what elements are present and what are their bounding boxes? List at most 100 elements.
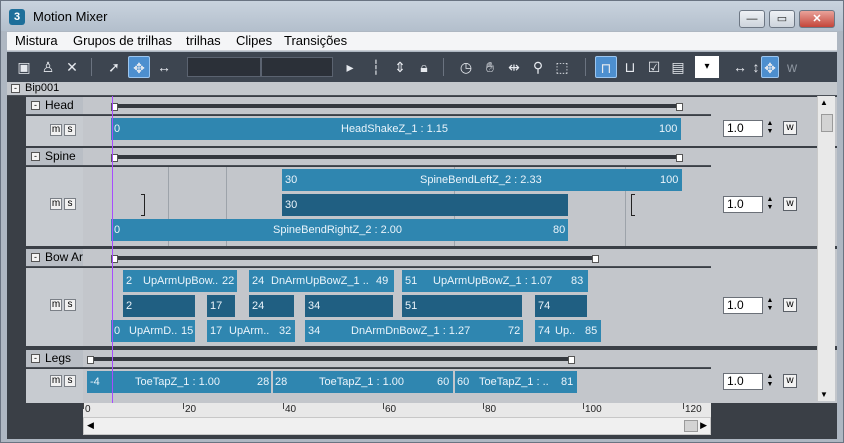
legs-weight-spinner[interactable]: ▲ ▼ xyxy=(765,373,775,390)
head-range-bar[interactable] xyxy=(111,103,683,111)
color-dropdown[interactable]: ▾ xyxy=(695,56,719,78)
clip-uparm[interactable]: 17 UpArm.. 32 xyxy=(207,320,295,342)
clock-icon[interactable]: ◷ xyxy=(455,56,477,78)
menu-clipes[interactable]: Clipes xyxy=(236,33,272,48)
pan-hand-icon[interactable]: ✋︎ xyxy=(479,56,501,78)
scroll-left-icon[interactable]: ◀ xyxy=(87,420,94,431)
legs-weight-button[interactable]: w xyxy=(783,374,797,388)
spine-mute-button[interactable]: m xyxy=(50,198,62,210)
zoom-region-icon[interactable]: ⬚ xyxy=(551,56,573,78)
clip-headshake[interactable]: 0 HeadShakeZ_1 : 1.15 100 xyxy=(111,118,681,140)
close-button[interactable]: ✕ xyxy=(799,10,835,28)
bowarm-solo-button[interactable]: s xyxy=(64,299,76,311)
legs-solo-button[interactable]: s xyxy=(64,375,76,387)
bowarm-mute-button[interactable]: m xyxy=(50,299,62,311)
move-tool-icon[interactable]: ✥ xyxy=(128,56,150,78)
track-bowarm-name: Bow Arm xyxy=(45,250,83,264)
vertical-scroll-thumb[interactable] xyxy=(821,114,833,132)
track-legs-controls: m s xyxy=(26,369,83,403)
horizontal-scroll-thumb[interactable] xyxy=(684,420,698,432)
field-2[interactable] xyxy=(261,57,333,77)
add-figure-icon[interactable]: ♙ xyxy=(37,56,59,78)
clip-dnarmdnbow[interactable]: 34 DnArmDnBowZ_1 : 1.27 72 xyxy=(305,320,523,342)
clip-up[interactable]: 74 Up.. 85 xyxy=(535,320,601,342)
snap-frames-icon[interactable]: ⊓ xyxy=(595,56,617,78)
track-head-controls: m s xyxy=(26,116,83,146)
root-row: - Bip001 xyxy=(7,82,837,96)
menu-bar: Mistura Grupos de trilhas trilhas Clipes… xyxy=(7,32,837,51)
collapse-legs-button[interactable]: - xyxy=(31,354,40,363)
head-solo-button[interactable]: s xyxy=(64,124,76,136)
collapse-bowarm-button[interactable]: - xyxy=(31,253,40,262)
zoom-icon[interactable]: ⚲ xyxy=(527,56,549,78)
zoom-extents-icon[interactable]: ⇹ xyxy=(503,56,525,78)
toggle-check-icon[interactable]: ☑ xyxy=(643,56,665,78)
spine-weight-input[interactable]: 1.0 xyxy=(723,196,763,213)
collapse-head-button[interactable]: - xyxy=(31,101,40,110)
field-1[interactable] xyxy=(187,57,261,77)
head-weight-spinner[interactable]: ▲ ▼ xyxy=(765,120,775,137)
weight-icon[interactable]: w xyxy=(781,56,803,78)
spine-solo-button[interactable]: s xyxy=(64,198,76,210)
scroll-right-icon[interactable]: ▶ xyxy=(700,420,707,431)
bowarm-weight-spinner[interactable]: ▲ ▼ xyxy=(765,297,775,314)
head-mute-button[interactable]: m xyxy=(50,124,62,136)
transition-6[interactable]: 74 xyxy=(535,295,587,317)
menu-grupos-de-trilhas[interactable]: Grupos de trilhas xyxy=(73,33,172,48)
bowarm-range-bar[interactable] xyxy=(111,255,599,263)
trim-icon[interactable]: ┆ xyxy=(365,56,387,78)
head-weight-button[interactable]: w xyxy=(783,121,797,135)
spine-weight-spinner[interactable]: ▲ ▼ xyxy=(765,196,775,213)
snap-clips-icon[interactable]: ⊔ xyxy=(619,56,641,78)
horizontal-scrollbar[interactable]: ◀ ▶ xyxy=(83,417,711,435)
time-cursor[interactable] xyxy=(112,96,113,405)
minimize-button[interactable]: — xyxy=(739,10,765,28)
transition-1[interactable]: 2 xyxy=(123,295,195,317)
bowarm-weight-input[interactable]: 1.0 xyxy=(723,297,763,314)
clip-spinebendright[interactable]: 0 SpineBendRightZ_2 : 2.00 80 xyxy=(111,219,568,241)
set-range-icon[interactable]: ▸ xyxy=(339,56,361,78)
clip-uparmd[interactable]: 0 UpArmD.. 15 xyxy=(111,320,195,342)
vertical-scrollbar[interactable]: ▲ ▼ xyxy=(817,96,835,401)
delete-icon[interactable]: ✕ xyxy=(61,56,83,78)
fit-range-icon[interactable]: ⇕ xyxy=(389,56,411,78)
add-biped-icon[interactable]: ▣ xyxy=(13,56,35,78)
select-arrow-icon[interactable]: ➚ xyxy=(103,56,125,78)
scale-clip-icon[interactable]: ↔ xyxy=(153,56,175,78)
transition-5[interactable]: 51 xyxy=(402,295,522,317)
clip-dnarmupbow[interactable]: 24 DnArmUpBowZ_1 .. 49 xyxy=(249,270,394,292)
head-weight-input[interactable]: 1.0 xyxy=(723,120,763,137)
track-head-range xyxy=(83,97,711,115)
scroll-up-icon[interactable]: ▲ xyxy=(820,98,828,107)
menu-trilhas[interactable]: trilhas xyxy=(186,33,221,48)
lock-icon[interactable]: 🔒︎ xyxy=(413,56,435,78)
legs-mute-button[interactable]: m xyxy=(50,375,62,387)
transition-2[interactable]: 17 xyxy=(207,295,235,317)
maximize-button[interactable]: ▭ xyxy=(769,10,795,28)
clip-toetap-2[interactable]: 28 ToeTapZ_1 : 1.00 60 xyxy=(273,371,453,393)
menu-mistura[interactable]: Mistura xyxy=(15,33,58,48)
collapse-root-button[interactable]: - xyxy=(11,84,20,93)
clip-uparmupbow-1[interactable]: 2 UpArmUpBow.. 22 xyxy=(123,270,237,292)
scroll-down-icon[interactable]: ▼ xyxy=(820,390,828,399)
track-spine-title: - Spine xyxy=(26,148,83,166)
preview-icon[interactable]: ▤ xyxy=(667,56,689,78)
track-spine-range xyxy=(83,148,711,166)
clip-spine-transition[interactable]: 30 xyxy=(282,194,568,216)
menu-transicoes[interactable]: Transições xyxy=(284,33,347,48)
clip-spinebendleft[interactable]: 30 SpineBendLeftZ_2 : 2.33 100 xyxy=(282,169,682,191)
legs-weight-input[interactable]: 1.0 xyxy=(723,373,763,390)
collapse-spine-button[interactable]: - xyxy=(31,152,40,161)
time-ruler[interactable]: 0 20 40 60 80 100 120 xyxy=(83,403,711,417)
spine-weight-button[interactable]: w xyxy=(783,197,797,211)
clip-toetap-1[interactable]: -4 ToeTapZ_1 : 1.00 28 xyxy=(87,371,271,393)
transition-4[interactable]: 34 xyxy=(305,295,393,317)
track-bowarm-range xyxy=(83,249,711,267)
spine-range-bar[interactable] xyxy=(111,154,683,162)
clip-toetap-3[interactable]: 60 ToeTapZ_1 : .. 81 xyxy=(455,371,577,393)
fit-icon[interactable]: ✥ xyxy=(761,56,779,78)
transition-3[interactable]: 24 xyxy=(249,295,294,317)
clip-uparmupbowz[interactable]: 51 UpArmUpBowZ_1 : 1.07 83 xyxy=(402,270,588,292)
bowarm-weight-button[interactable]: w xyxy=(783,298,797,312)
legs-range-bar[interactable] xyxy=(87,356,575,364)
